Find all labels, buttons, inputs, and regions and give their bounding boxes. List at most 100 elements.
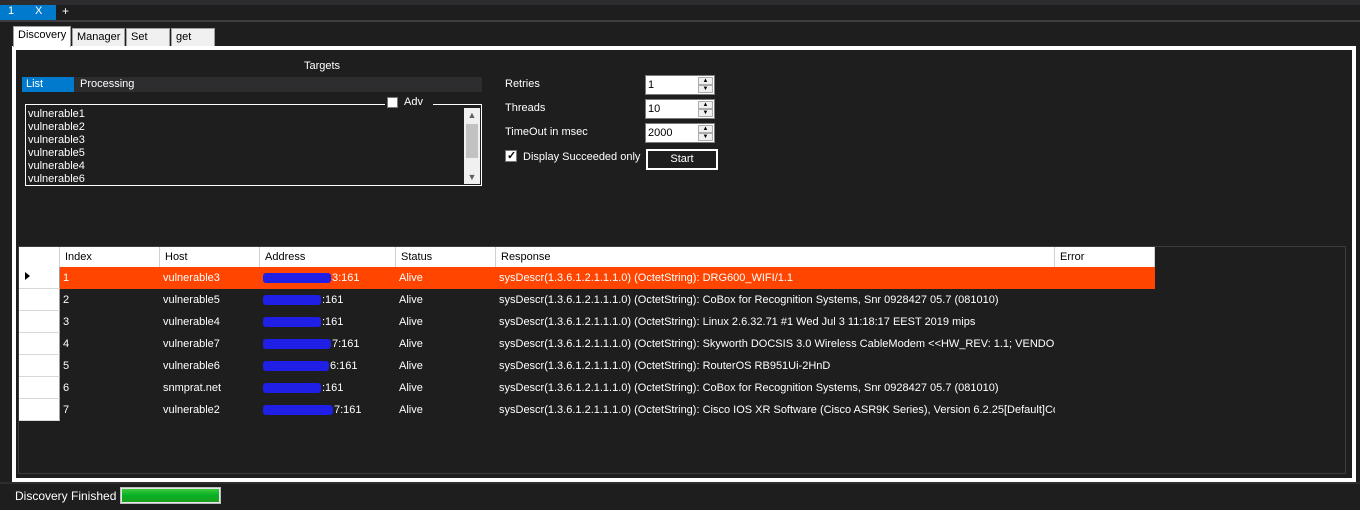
chevron-down-icon[interactable]: ▼ — [698, 109, 713, 117]
cell-host[interactable]: snmprat.net — [160, 377, 260, 399]
table-row[interactable]: 2 vulnerable5:161 Alive sysDescr(1.3.6.1.2.… — [19, 289, 1155, 311]
chevron-down-icon[interactable]: ▼ — [464, 170, 480, 184]
cell-response[interactable]: sysDescr(1.3.6.1.2.1.1.1.0) (OctetString… — [496, 289, 1055, 311]
list-item[interactable]: vulnerable2 — [28, 121, 464, 134]
column-header-index[interactable]: Index — [60, 247, 160, 267]
cell-status[interactable]: Alive — [396, 399, 496, 421]
table-row[interactable]: 7 vulnerable2 7:161 Alive sysDescr(1.3.6.1.2… — [19, 399, 1155, 421]
chevron-down-icon[interactable]: ▼ — [698, 133, 713, 141]
cell-response[interactable]: sysDescr(1.3.6.1.2.1.1.1.0) (OctetString… — [496, 267, 1055, 289]
table-row[interactable]: 3 vulnerable4:161 Alive sysDescr(1.3.6.1.2.… — [19, 311, 1155, 333]
list-item[interactable]: vulnerable6 — [28, 173, 464, 186]
cell-error[interactable] — [1055, 311, 1155, 333]
cell-status[interactable]: Alive — [396, 289, 496, 311]
cell-address[interactable]: :161 — [260, 289, 396, 311]
adv-checkbox[interactable] — [387, 97, 398, 108]
table-row[interactable]: 5 vulnerable6 6:161 Alive sysDescr(1.3.6.1.2… — [19, 355, 1155, 377]
chevron-up-icon[interactable]: ▲ — [464, 108, 480, 122]
timeout-input[interactable] — [647, 125, 697, 141]
table-row[interactable]: 1 vulnerable3 3:161 Alive sysDescr(1.3.6.1.2… — [19, 267, 1155, 289]
chevron-down-icon[interactable]: ▼ — [698, 85, 713, 93]
table-row[interactable]: 4 vulnerable7 7:161 Alive sysDescr(1.3.6.1.2… — [19, 333, 1155, 355]
cell-status[interactable]: Alive — [396, 311, 496, 333]
list-item[interactable]: vulnerable4 — [28, 160, 464, 173]
cell-error[interactable] — [1055, 267, 1155, 289]
tab-processing[interactable]: Processing — [80, 77, 134, 92]
list-item[interactable]: vulnerable5 — [28, 147, 464, 160]
column-header-response[interactable]: Response — [496, 247, 1055, 267]
column-header-address[interactable]: Address — [260, 247, 396, 267]
cell-address[interactable]: 7:161 — [260, 399, 396, 421]
cell-host[interactable]: vulnerable4 — [160, 311, 260, 333]
cell-error[interactable] — [1055, 377, 1155, 399]
cell-index[interactable]: 4 — [60, 333, 160, 355]
row-header[interactable] — [19, 267, 60, 289]
add-tab-button[interactable]: + — [62, 4, 69, 18]
list-item[interactable]: vulnerable3 — [28, 134, 464, 147]
row-header[interactable] — [19, 355, 60, 377]
column-header-error[interactable]: Error — [1055, 247, 1155, 267]
cell-error[interactable] — [1055, 399, 1155, 421]
cell-address[interactable]: 7:161 — [260, 333, 396, 355]
cell-address[interactable]: :161 — [260, 377, 396, 399]
row-header[interactable] — [19, 333, 60, 355]
cell-response[interactable]: sysDescr(1.3.6.1.2.1.1.1.0) (OctetString… — [496, 377, 1055, 399]
document-tab-1[interactable]: 1 X — [0, 5, 56, 20]
cell-response[interactable]: sysDescr(1.3.6.1.2.1.1.1.0) (OctetString… — [496, 333, 1055, 355]
cell-error[interactable] — [1055, 333, 1155, 355]
threads-input[interactable] — [647, 101, 697, 117]
chevron-up-icon[interactable]: ▲ — [698, 77, 713, 85]
cell-host[interactable]: vulnerable7 — [160, 333, 260, 355]
tab-discovery[interactable]: Discovery — [13, 26, 71, 47]
cell-host[interactable]: vulnerable6 — [160, 355, 260, 377]
start-button[interactable]: Start — [646, 149, 718, 170]
column-header-status[interactable]: Status — [396, 247, 496, 267]
document-tab-strip — [0, 0, 1360, 20]
row-header[interactable] — [19, 377, 60, 399]
tab-list[interactable]: List — [22, 77, 74, 92]
cell-index[interactable]: 7 — [60, 399, 160, 421]
chevron-up-icon[interactable]: ▲ — [698, 101, 713, 109]
list-scrollbar[interactable]: ▲ ▼ — [464, 108, 480, 184]
cell-status[interactable]: Alive — [396, 333, 496, 355]
cell-status[interactable]: Alive — [396, 355, 496, 377]
column-header-host[interactable]: Host — [160, 247, 260, 267]
targets-list[interactable]: vulnerable1 vulnerable2 vulnerable3 vuln… — [25, 104, 482, 186]
cell-address[interactable]: 6:161 — [260, 355, 396, 377]
retries-input[interactable] — [647, 77, 697, 93]
row-header[interactable] — [19, 289, 60, 311]
results-grid: Index Host Address Status Response Error… — [18, 246, 1346, 474]
cell-response[interactable]: sysDescr(1.3.6.1.2.1.1.1.0) (OctetString… — [496, 355, 1055, 377]
retries-stepper[interactable]: ▲▼ — [645, 75, 715, 95]
timeout-stepper[interactable]: ▲▼ — [645, 123, 715, 143]
cell-error[interactable] — [1055, 289, 1155, 311]
cell-index[interactable]: 2 — [60, 289, 160, 311]
display-succeeded-checkbox[interactable]: ✓ — [505, 150, 517, 162]
cell-index[interactable]: 6 — [60, 377, 160, 399]
cell-status[interactable]: Alive — [396, 267, 496, 289]
cell-host[interactable]: vulnerable5 — [160, 289, 260, 311]
chevron-up-icon[interactable]: ▲ — [698, 125, 713, 133]
tab-set-req[interactable]: Set req — [126, 28, 170, 55]
cell-response[interactable]: sysDescr(1.3.6.1.2.1.1.1.0) (OctetString… — [496, 311, 1055, 333]
cell-address[interactable]: :161 — [260, 311, 396, 333]
close-tab-icon[interactable]: X — [35, 5, 42, 17]
cell-status[interactable]: Alive — [396, 377, 496, 399]
row-header[interactable] — [19, 311, 60, 333]
cell-address[interactable]: 3:161 — [260, 267, 396, 289]
cell-index[interactable]: 1 — [60, 267, 160, 289]
cell-index[interactable]: 3 — [60, 311, 160, 333]
cell-index[interactable]: 5 — [60, 355, 160, 377]
scroll-thumb[interactable] — [466, 124, 478, 158]
cell-host[interactable]: vulnerable2 — [160, 399, 260, 421]
redaction-mark — [263, 361, 329, 371]
row-header[interactable] — [19, 399, 60, 421]
redaction-mark — [263, 339, 331, 349]
cell-error[interactable] — [1055, 355, 1155, 377]
cell-response[interactable]: sysDescr(1.3.6.1.2.1.1.1.0) (OctetString… — [496, 399, 1055, 421]
tab-manager[interactable]: Manager — [72, 28, 125, 46]
threads-stepper[interactable]: ▲▼ — [645, 99, 715, 119]
table-row[interactable]: 6 snmprat.net:161 Alive sysDescr(1.3.6.1.2.… — [19, 377, 1155, 399]
tab-get-req[interactable]: get req — [171, 28, 215, 55]
cell-host[interactable]: vulnerable3 — [160, 267, 260, 289]
